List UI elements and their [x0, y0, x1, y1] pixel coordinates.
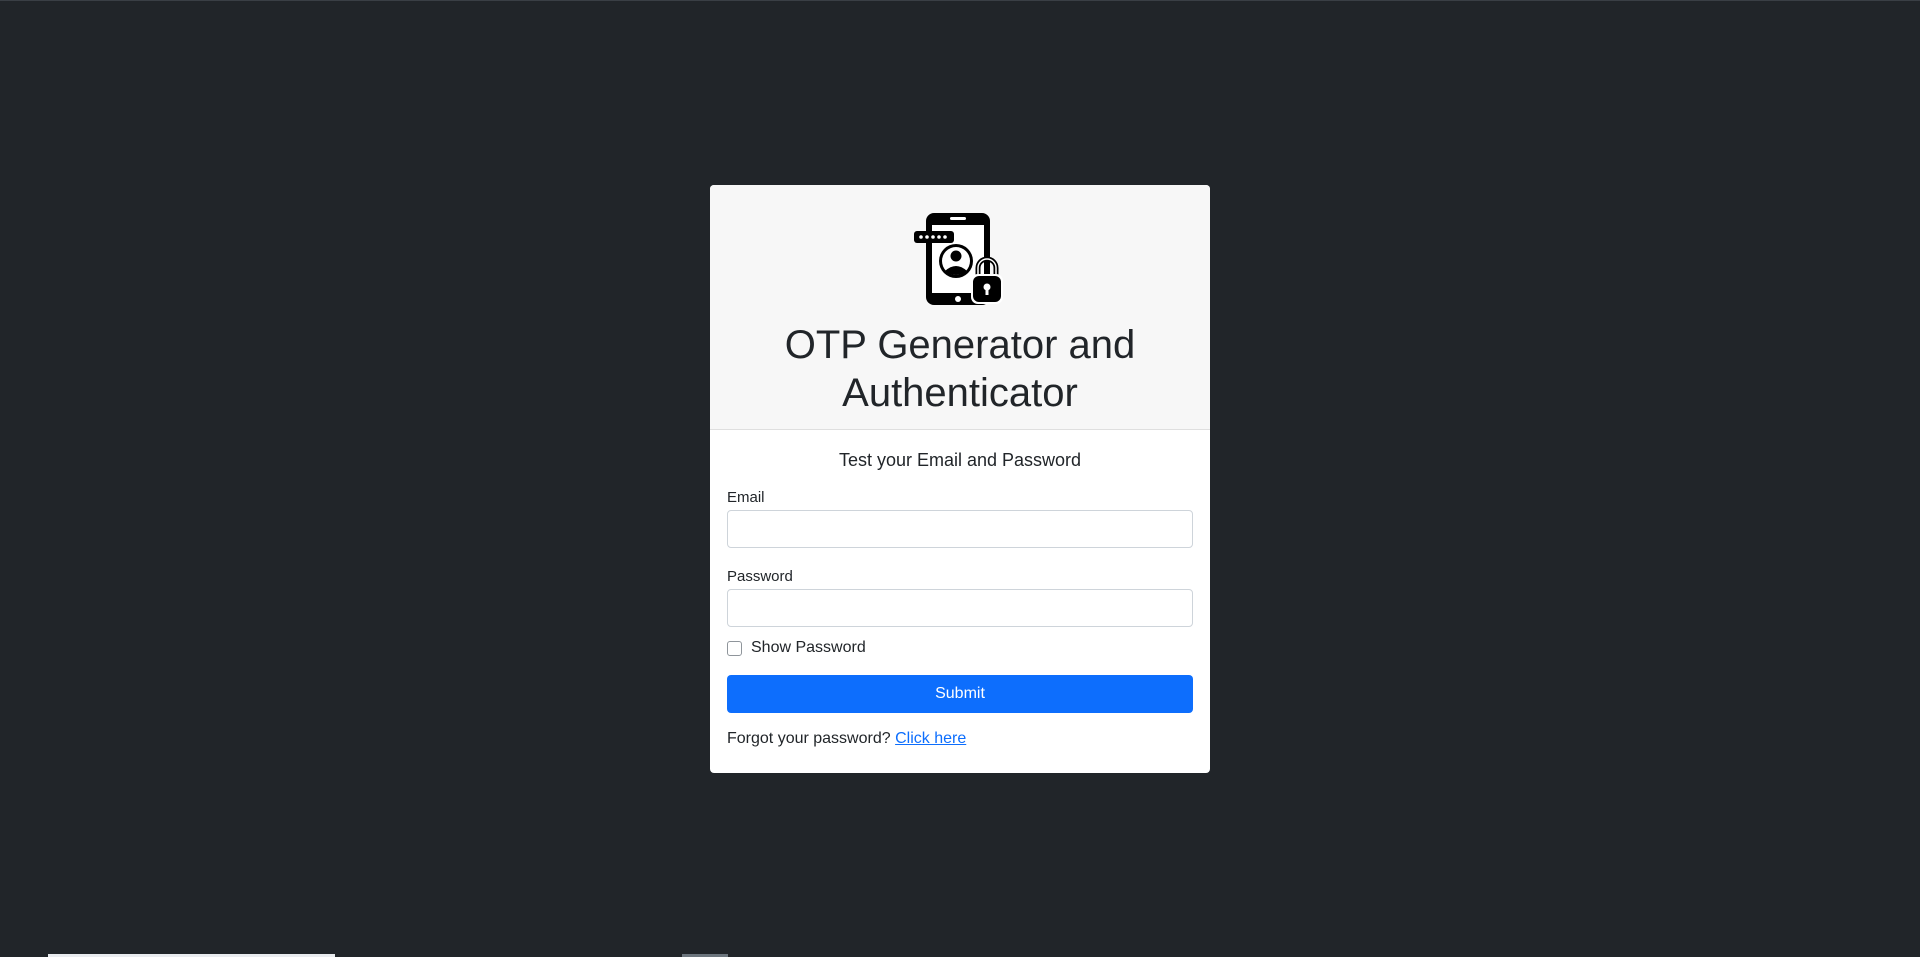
- show-password-row: Show Password: [727, 638, 1193, 658]
- submit-button[interactable]: Submit: [727, 675, 1193, 713]
- password-label: Password: [727, 568, 793, 585]
- card-body: Test your Email and Password Email Passw…: [710, 430, 1210, 748]
- forgot-password-link[interactable]: Click here: [895, 730, 966, 747]
- page: OTP Generator and Authenticator Test you…: [0, 0, 1920, 957]
- login-card: OTP Generator and Authenticator Test you…: [710, 185, 1210, 773]
- card-header: OTP Generator and Authenticator: [710, 185, 1210, 430]
- password-field[interactable]: [727, 589, 1193, 627]
- phone-otp-lock-icon: [914, 213, 1003, 305]
- show-password-label[interactable]: Show Password: [751, 639, 866, 657]
- show-password-checkbox[interactable]: [727, 640, 742, 656]
- email-field[interactable]: [727, 510, 1193, 548]
- page-title: OTP Generator and Authenticator: [784, 323, 1136, 415]
- forgot-password-text: Forgot your password?: [727, 730, 891, 747]
- forgot-password-row: Forgot your password? Click here: [727, 730, 1193, 748]
- email-label: Email: [727, 489, 765, 506]
- form-subtitle: Test your Email and Password: [838, 450, 1082, 470]
